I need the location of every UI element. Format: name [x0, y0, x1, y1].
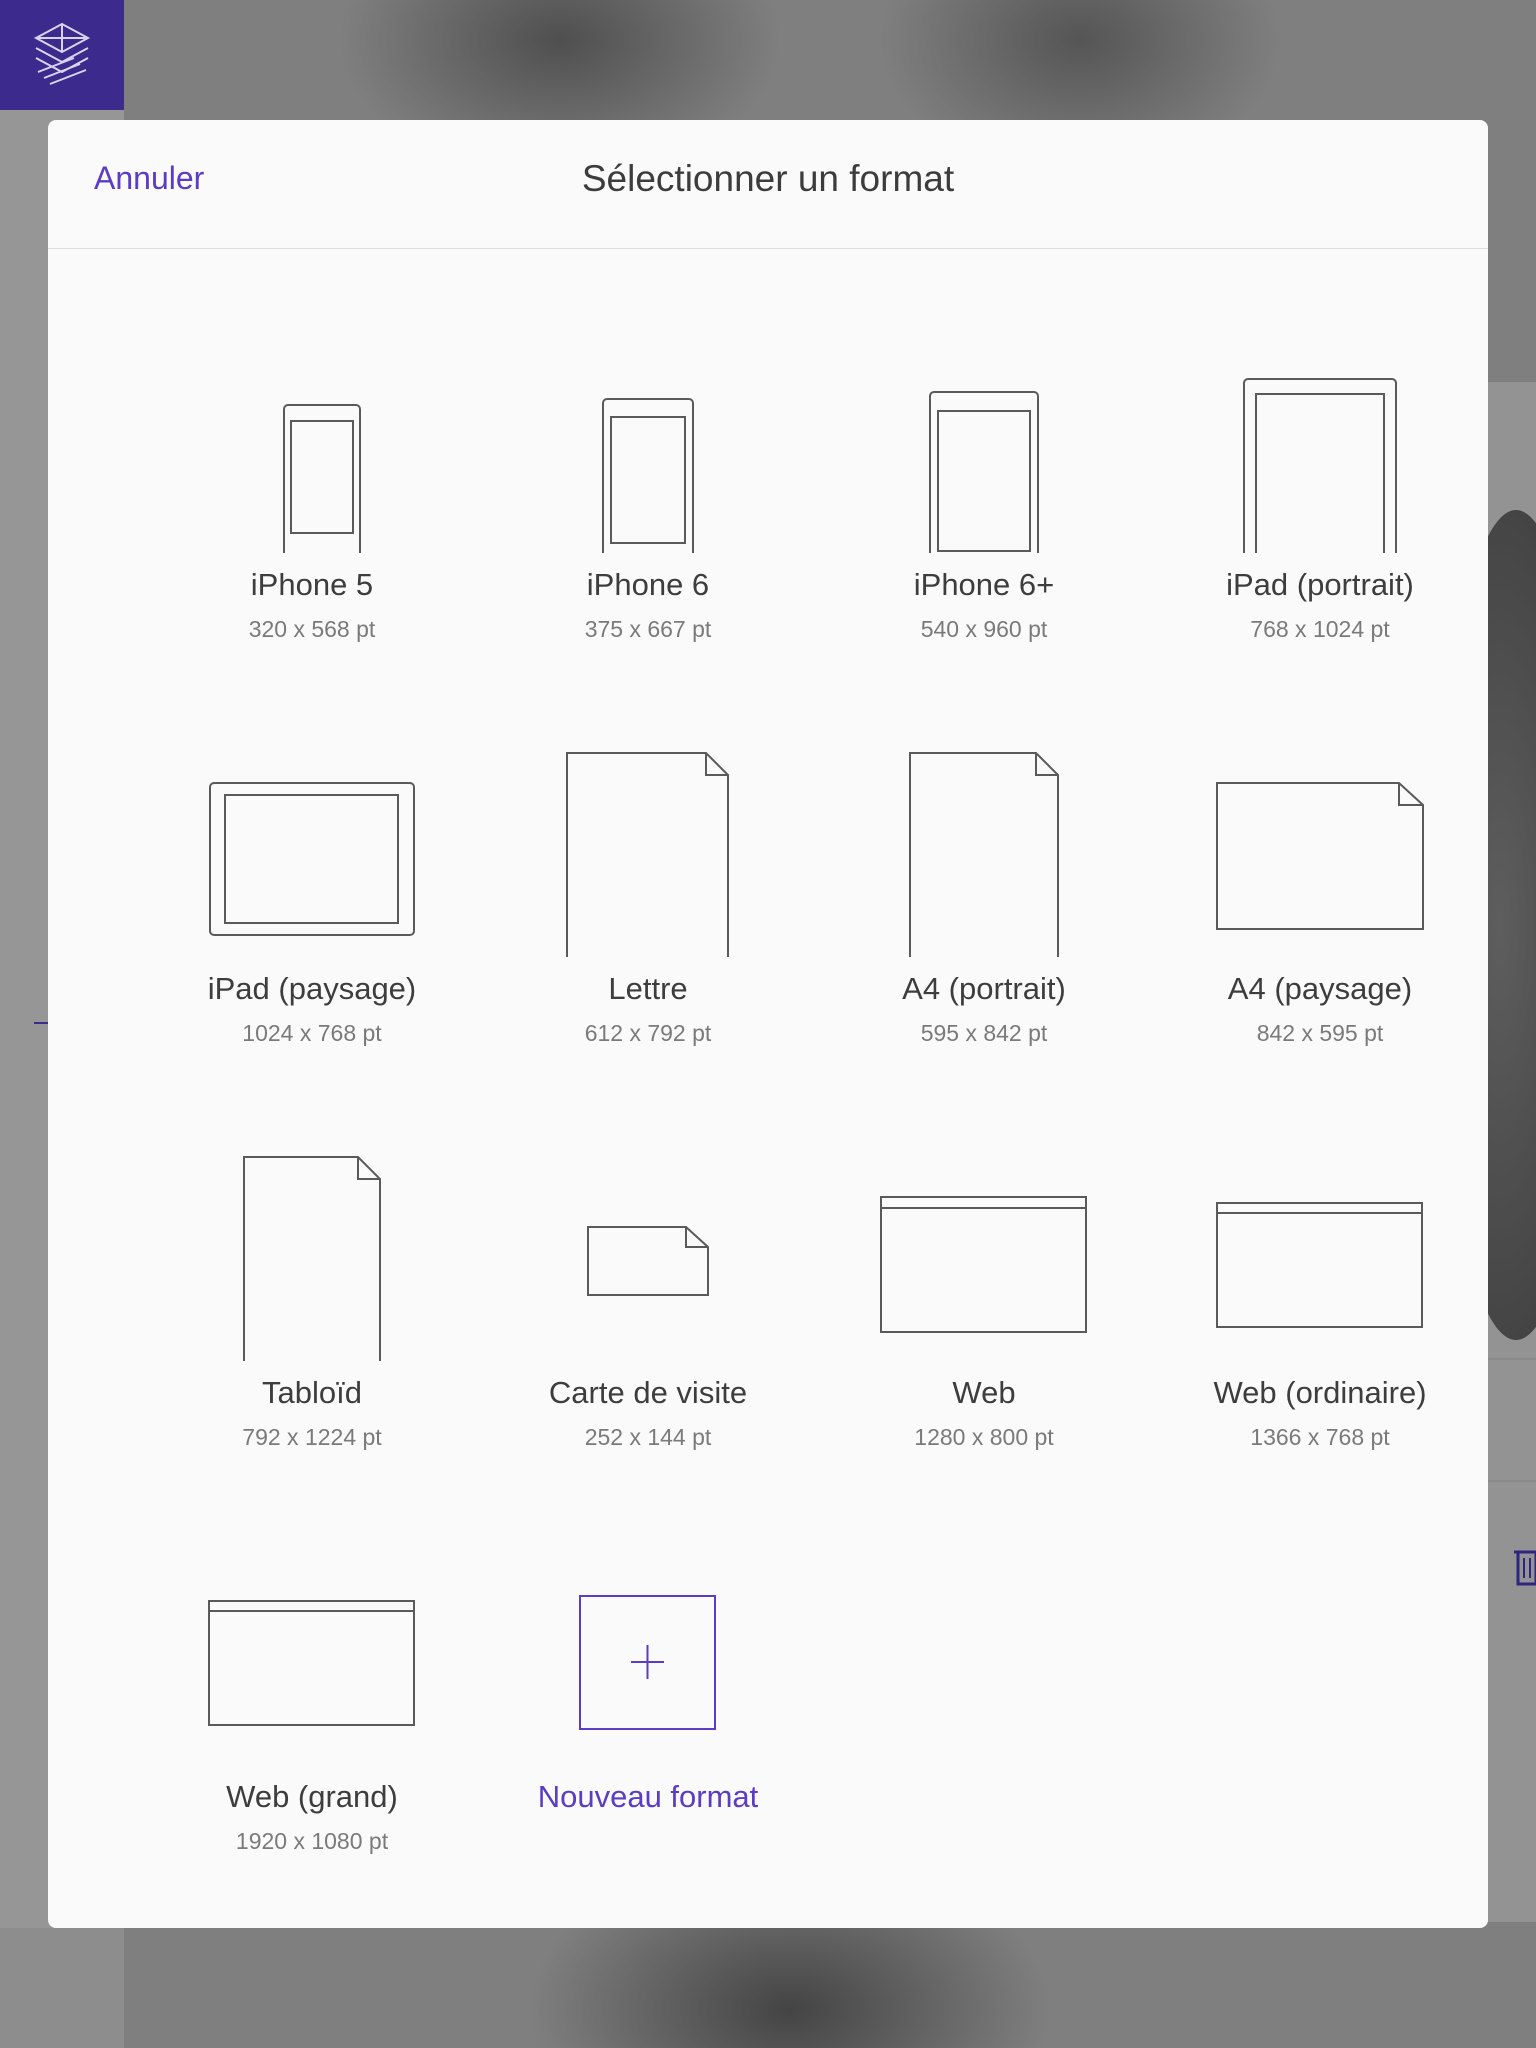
page-landscape-icon: [1216, 782, 1424, 930]
format-tile-a4-landscape[interactable]: A4 (paysage) 842 x 595 pt: [1152, 653, 1488, 1057]
format-name: iPad (portrait): [1226, 567, 1414, 602]
format-size: 1366 x 768 pt: [1250, 1424, 1390, 1450]
format-name: A4 (paysage): [1227, 971, 1413, 1006]
format-tile-web[interactable]: Web 1280 x 800 pt: [816, 1057, 1152, 1461]
page-portrait-icon: [909, 752, 1059, 957]
browser-window-icon: [880, 1196, 1087, 1333]
format-size: 768 x 1024 pt: [1250, 616, 1390, 642]
format-size: 842 x 595 pt: [1256, 1020, 1384, 1046]
format-name: Web (ordinaire): [1213, 1375, 1427, 1410]
page-portrait-icon: [243, 1156, 381, 1361]
format-name: Lettre: [608, 971, 688, 1006]
tablet-portrait-icon: [1243, 378, 1397, 553]
format-name: iPad (paysage): [207, 971, 417, 1006]
format-name: iPhone 6+: [913, 567, 1055, 602]
divider: [1486, 1358, 1536, 1360]
format-name: Carte de visite: [548, 1375, 748, 1410]
format-name: A4 (portrait): [902, 971, 1066, 1006]
format-tile-iphone-5[interactable]: iPhone 5 320 x 568 pt: [144, 249, 480, 653]
format-tile-carte-de-visite[interactable]: Carte de visite 252 x 144 pt: [480, 1057, 816, 1461]
format-tile-lettre[interactable]: Lettre 612 x 792 pt: [480, 653, 816, 1057]
format-size: 252 x 144 pt: [584, 1424, 712, 1450]
dialog-header: Annuler Sélectionner un format: [48, 120, 1488, 249]
format-size: 792 x 1224 pt: [242, 1424, 382, 1450]
format-tile-web-ordinaire[interactable]: Web (ordinaire) 1366 x 768 pt: [1152, 1057, 1488, 1461]
format-tile-tabloid[interactable]: Tabloïd 792 x 1224 pt: [144, 1057, 480, 1461]
format-size: 1280 x 800 pt: [914, 1424, 1054, 1450]
plus-icon: [579, 1595, 716, 1730]
divider: [1486, 1480, 1536, 1482]
format-size: 595 x 842 pt: [920, 1020, 1048, 1046]
format-tile-a4-portrait[interactable]: A4 (portrait) 595 x 842 pt: [816, 653, 1152, 1057]
format-size: 320 x 568 pt: [248, 616, 376, 642]
new-format-label: Nouveau format: [537, 1779, 759, 1814]
format-tile-ipad-portrait[interactable]: iPad (portrait) 768 x 1024 pt: [1152, 249, 1488, 653]
format-size: 540 x 960 pt: [920, 616, 1048, 642]
format-tile-ipad-landscape[interactable]: iPad (paysage) 1024 x 768 pt: [144, 653, 480, 1057]
format-picker-dialog: Annuler Sélectionner un format iPhone 5 …: [48, 120, 1488, 1928]
left-panel-footer: [0, 1928, 124, 2048]
format-tile-web-grand[interactable]: Web (grand) 1920 x 1080 pt: [144, 1461, 480, 1865]
format-name: Web: [952, 1375, 1016, 1410]
format-name: iPhone 5: [250, 567, 374, 602]
trash-icon: [1514, 1546, 1536, 1588]
business-card-icon: [587, 1226, 709, 1296]
format-size: 1920 x 1080 pt: [235, 1828, 389, 1854]
format-size: 1024 x 768 pt: [242, 1020, 382, 1046]
format-size: 375 x 667 pt: [584, 616, 712, 642]
format-name: Web (grand): [226, 1779, 398, 1814]
format-tile-iphone-6[interactable]: iPhone 6 375 x 667 pt: [480, 249, 816, 653]
phone-icon: [929, 391, 1039, 553]
format-tile-iphone-6-plus[interactable]: iPhone 6+ 540 x 960 pt: [816, 249, 1152, 653]
new-format-button[interactable]: Nouveau format: [480, 1461, 816, 1865]
phone-icon: [283, 404, 361, 553]
browser-window-icon: [1216, 1202, 1423, 1328]
dialog-title: Sélectionner un format: [581, 158, 955, 199]
browser-window-icon: [208, 1600, 415, 1726]
format-size: 612 x 792 pt: [584, 1020, 712, 1046]
tablet-landscape-icon: [209, 782, 415, 936]
format-name: iPhone 6: [586, 567, 710, 602]
layers-icon[interactable]: [0, 0, 124, 110]
page-portrait-icon: [566, 752, 729, 957]
format-name: Tabloïd: [262, 1375, 362, 1410]
phone-icon: [602, 398, 694, 553]
